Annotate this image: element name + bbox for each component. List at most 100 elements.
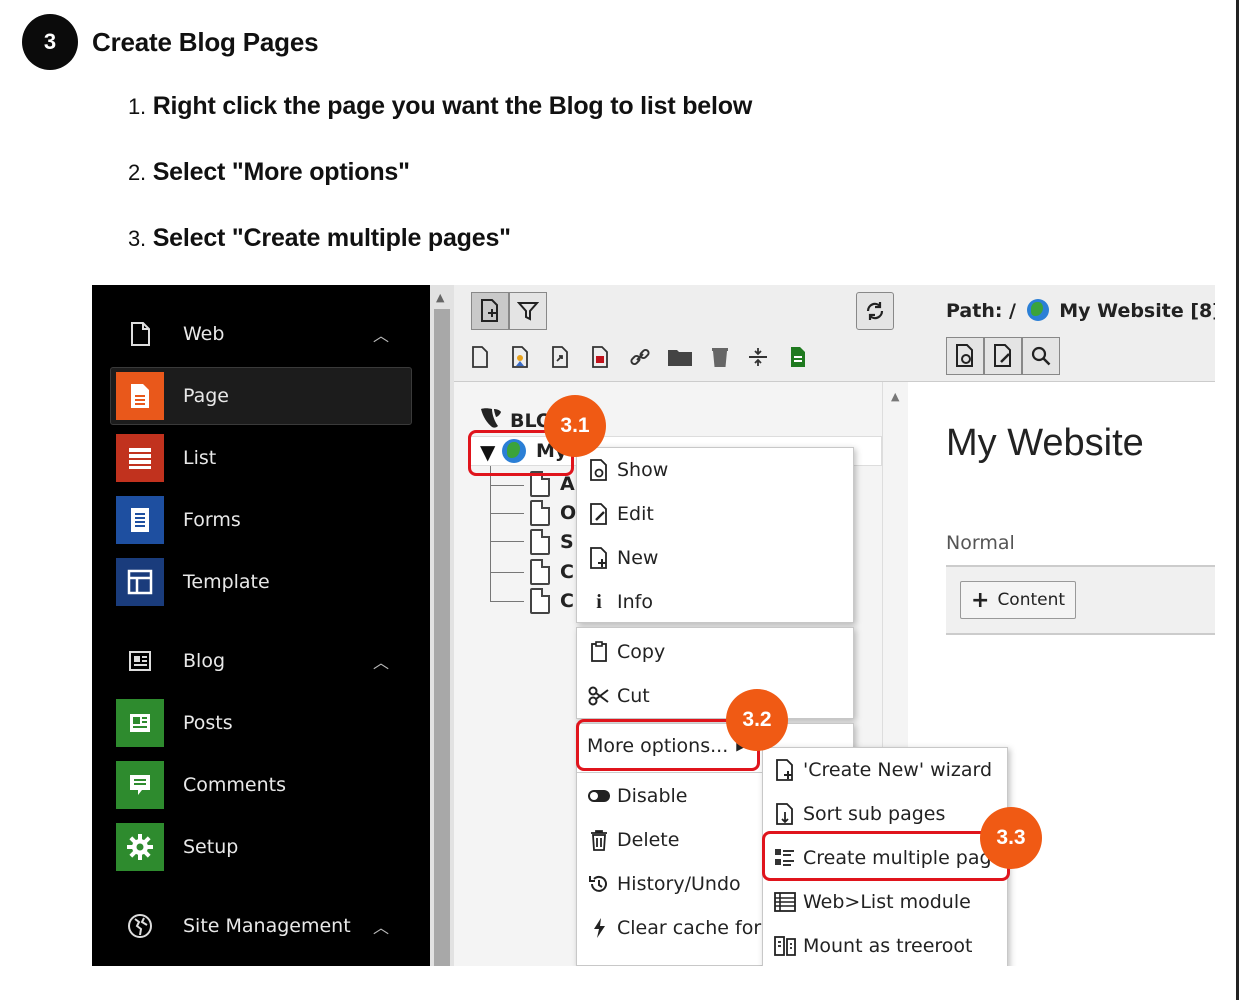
module-item-list[interactable]: List bbox=[92, 429, 430, 487]
module-item-label: Comments bbox=[183, 774, 286, 796]
module-item-forms[interactable]: Forms bbox=[92, 491, 430, 549]
instruction-text: Right click the page you want the Blog t… bbox=[152, 92, 753, 120]
module-section-label: Blog bbox=[183, 650, 225, 672]
chevron-up-icon[interactable]: ︿ bbox=[373, 914, 389, 938]
tree-child-label[interactable]: C bbox=[560, 561, 574, 583]
folder-icon[interactable] bbox=[666, 343, 694, 371]
module-section-site-management[interactable]: Site Management ︿ bbox=[92, 897, 430, 955]
link-icon[interactable] bbox=[626, 343, 654, 371]
menu-item-label: New bbox=[617, 547, 659, 569]
filter-button[interactable] bbox=[509, 292, 547, 330]
context-menu-show[interactable]: Show bbox=[577, 448, 668, 492]
context-menu-disable[interactable]: Disable bbox=[577, 774, 687, 818]
instruction-number: 3. bbox=[128, 226, 146, 251]
tree-child-label[interactable]: O bbox=[560, 502, 576, 524]
module-item-label: List bbox=[183, 447, 217, 469]
submenu-sort-sub-pages[interactable]: Sort sub pages bbox=[763, 792, 945, 836]
module-item-label: Forms bbox=[183, 509, 241, 531]
typo3-backend-screenshot: Web ︿ Page List Forms Template Blog ︿ Po… bbox=[92, 285, 1215, 966]
mount-treeroot-icon bbox=[773, 934, 797, 958]
module-item-page[interactable]: Page bbox=[110, 367, 412, 425]
instruction-number: 2. bbox=[128, 160, 146, 185]
page-icon bbox=[530, 529, 550, 555]
module-section-web[interactable]: Web ︿ bbox=[92, 305, 430, 363]
shortcut-page-icon[interactable] bbox=[546, 343, 574, 371]
toggle-icon bbox=[587, 784, 611, 808]
eye-page-icon bbox=[587, 458, 611, 482]
edit-page-icon bbox=[587, 502, 611, 526]
path-site-name: My Website [8] bbox=[1059, 300, 1215, 322]
module-item-setup[interactable]: Setup bbox=[92, 818, 430, 876]
blog-icon bbox=[116, 637, 164, 685]
context-menu-cut[interactable]: Cut bbox=[577, 674, 650, 718]
scroll-up-arrow-icon[interactable]: ▲ bbox=[891, 390, 899, 403]
gear-icon bbox=[116, 823, 164, 871]
module-section-label: Web bbox=[183, 323, 225, 345]
context-menu-copy[interactable]: Copy bbox=[577, 630, 665, 674]
posts-module-icon bbox=[116, 699, 164, 747]
module-item-comments[interactable]: Comments bbox=[92, 756, 430, 814]
module-item-template[interactable]: Template bbox=[92, 553, 430, 611]
module-item-label: Setup bbox=[183, 836, 239, 858]
trash-icon[interactable] bbox=[706, 343, 734, 371]
add-content-button[interactable]: + Content bbox=[960, 581, 1077, 619]
scrollbar-thumb[interactable] bbox=[434, 309, 450, 966]
tree-child-label[interactable]: S bbox=[560, 531, 574, 553]
page-icon bbox=[530, 500, 550, 526]
module-item-label: Template bbox=[183, 571, 270, 593]
context-menu-history-undo[interactable]: History/Undo bbox=[577, 862, 741, 906]
page-tree-toolbar: Path: / My Website [8] bbox=[454, 285, 1215, 382]
instruction-text: Select "More options" bbox=[152, 158, 410, 186]
module-menu-scrollbar[interactable]: ▲ bbox=[430, 285, 454, 966]
scroll-up-arrow-icon[interactable]: ▲ bbox=[436, 291, 444, 304]
edit-page-button[interactable] bbox=[984, 337, 1022, 375]
list-module-icon bbox=[116, 434, 164, 482]
scissors-icon bbox=[587, 684, 611, 708]
info-icon: i bbox=[596, 590, 602, 613]
context-menu-info[interactable]: i Info bbox=[577, 580, 653, 624]
plus-icon: + bbox=[971, 587, 990, 613]
chevron-up-icon[interactable]: ︿ bbox=[373, 649, 389, 673]
new-page-icon bbox=[587, 546, 611, 570]
search-button[interactable] bbox=[1022, 337, 1060, 375]
menu-item-label: Show bbox=[617, 459, 669, 481]
menu-item-label: Cut bbox=[617, 685, 650, 707]
menu-item-label: 'Create New' wizard bbox=[803, 759, 993, 781]
module-section-blog[interactable]: Blog ︿ bbox=[92, 632, 430, 690]
list-module-icon bbox=[773, 890, 797, 914]
column-header: Normal bbox=[946, 532, 1015, 554]
new-page-icon[interactable] bbox=[466, 343, 494, 371]
menu-item-label: Web>List module bbox=[803, 891, 971, 913]
context-menu-delete[interactable]: Delete bbox=[577, 818, 679, 862]
module-item-label: Page bbox=[183, 385, 229, 407]
view-page-button[interactable] bbox=[946, 337, 984, 375]
submenu-create-new-wizard[interactable]: 'Create New' wizard bbox=[763, 748, 992, 792]
module-item-posts[interactable]: Posts bbox=[92, 694, 430, 752]
page-heading: My Website bbox=[946, 422, 1144, 464]
tree-child-label[interactable]: C bbox=[560, 590, 574, 612]
context-menu-group-1: Show Edit New i Info bbox=[576, 447, 854, 623]
submenu-mount-as-treeroot[interactable]: Mount as treeroot bbox=[763, 924, 973, 966]
submenu-web-list-module[interactable]: Web>List module bbox=[763, 880, 971, 924]
context-menu-clear-cache[interactable]: Clear cache for t bbox=[577, 906, 775, 950]
sysfolder-icon[interactable] bbox=[784, 343, 812, 371]
sort-pages-icon bbox=[773, 802, 797, 826]
context-menu-group-2: Copy Cut bbox=[576, 627, 854, 719]
divider-icon[interactable] bbox=[744, 343, 772, 371]
highlight-create-multiple-pages bbox=[762, 831, 1010, 881]
callout-step-3-2: 3.2 bbox=[726, 689, 788, 751]
instruction-number: 1. bbox=[128, 94, 146, 119]
module-section-label: Site Management bbox=[183, 915, 351, 937]
chevron-up-icon[interactable]: ︿ bbox=[373, 322, 389, 346]
external-link-page-icon[interactable] bbox=[586, 343, 614, 371]
menu-item-label: Edit bbox=[617, 503, 654, 525]
instruction-2: 2. Select "More options" bbox=[128, 158, 410, 187]
page-border bbox=[1236, 0, 1239, 1000]
new-page-icon bbox=[773, 758, 797, 782]
instruction-text: Select "Create multiple pages" bbox=[152, 224, 511, 252]
new-page-toggle-button[interactable] bbox=[471, 292, 509, 330]
context-menu-edit[interactable]: Edit bbox=[577, 492, 654, 536]
refresh-button[interactable] bbox=[856, 292, 894, 330]
new-backend-user-section-icon[interactable] bbox=[506, 343, 534, 371]
context-menu-new[interactable]: New bbox=[577, 536, 658, 580]
